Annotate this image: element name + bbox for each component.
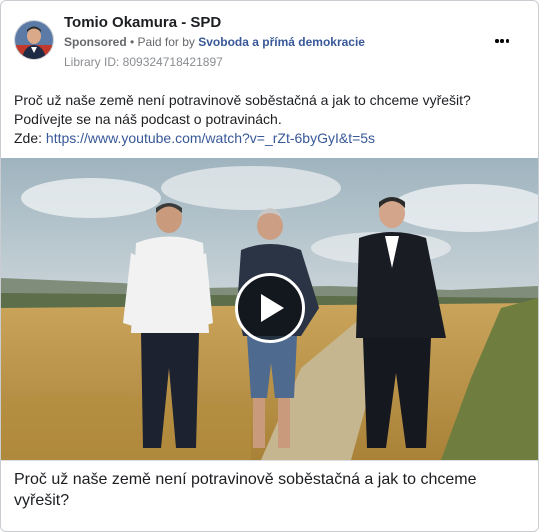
more-options-icon[interactable] — [495, 31, 509, 51]
payer-link[interactable]: Svoboda a přímá demokracie — [198, 35, 365, 49]
play-icon[interactable] — [235, 273, 305, 343]
more-dot — [505, 39, 509, 43]
ad-card: Tomio Okamura - SPD Sponsored • Paid for… — [0, 0, 539, 532]
more-dot — [495, 39, 499, 43]
page-name-link[interactable]: Tomio Okamura - SPD — [64, 14, 221, 31]
profile-avatar[interactable] — [14, 20, 54, 60]
video-caption-bar[interactable]: Proč už naše země není potravinově soběs… — [1, 460, 538, 531]
youtube-link[interactable]: https://www.youtube.com/watch?v=_rZt-6by… — [46, 130, 375, 146]
library-id: Library ID: 809324718421897 — [64, 55, 223, 69]
ad-header: Tomio Okamura - SPD Sponsored • Paid for… — [1, 1, 538, 81]
video-caption: Proč už naše země není potravinově soběs… — [14, 471, 477, 509]
post-link-line: Zde: https://www.youtube.com/watch?v=_rZ… — [14, 129, 524, 148]
sponsored-label: Sponsored — [64, 35, 127, 49]
sponsor-line: Sponsored • Paid for by Svoboda a přímá … — [64, 35, 365, 49]
paid-for-prefix: • Paid for by — [126, 35, 199, 49]
post-body: Proč už naše země není potravinově soběs… — [14, 91, 524, 148]
post-text: Proč už naše země není potravinově soběs… — [14, 92, 471, 127]
more-dot — [500, 39, 504, 43]
link-prefix: Zde: — [14, 130, 46, 146]
play-triangle-icon — [261, 294, 284, 322]
